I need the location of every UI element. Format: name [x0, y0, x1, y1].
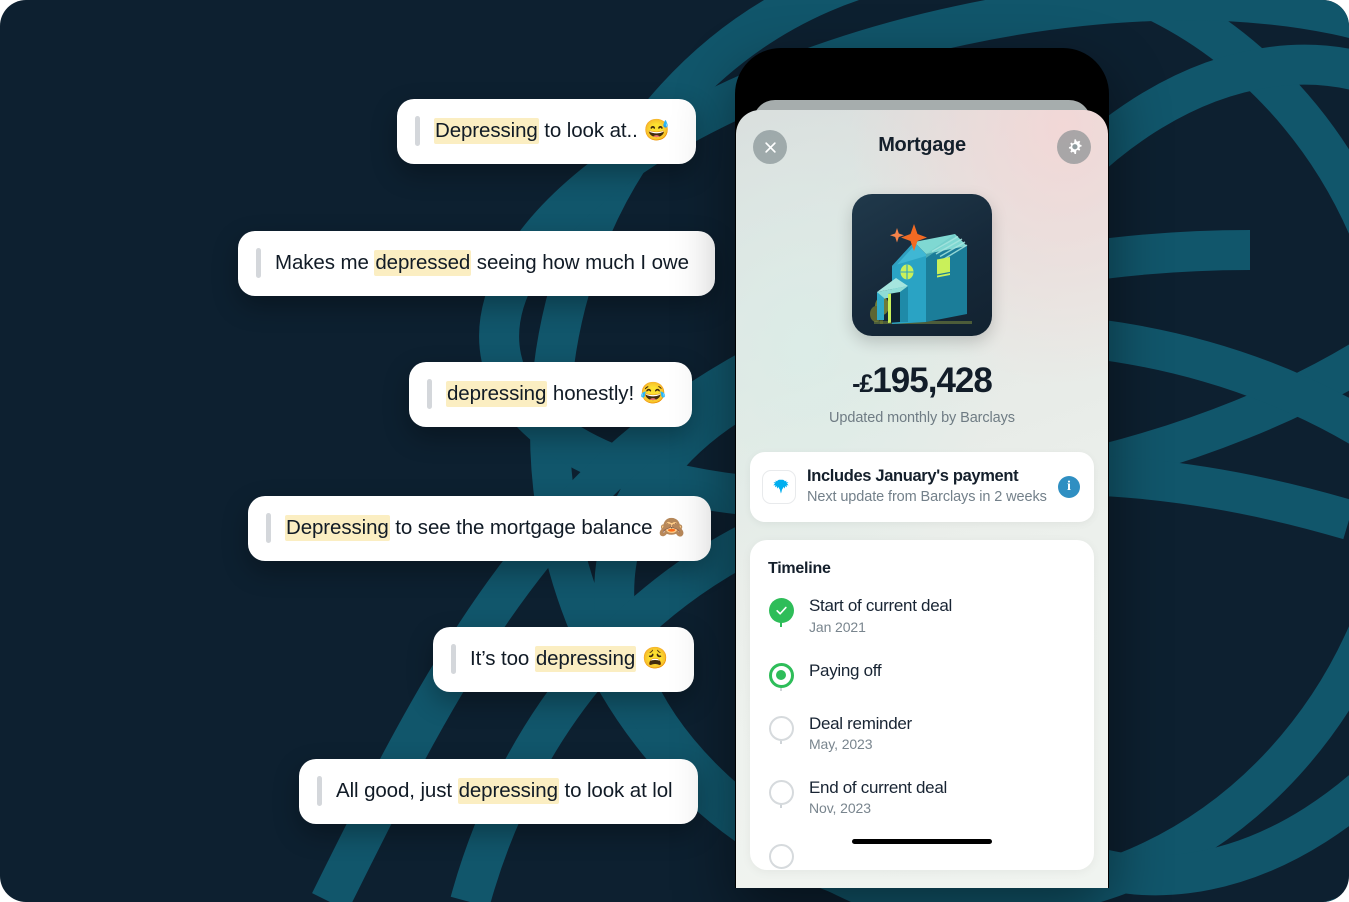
timeline-item-clipped[interactable]	[768, 842, 1076, 870]
timeline-marker	[768, 661, 794, 692]
grinning-face-with-sweat-icon: 😅	[643, 119, 670, 142]
sheet-header: Mortgage	[736, 110, 1108, 186]
chat-bubble-text: Depressing to look at..	[434, 118, 638, 145]
empty-dot-icon	[768, 780, 794, 806]
highlighted-word: Depressing	[285, 515, 390, 542]
timeline-item-paying-off[interactable]: Paying off	[768, 661, 1076, 714]
settings-button[interactable]	[1057, 130, 1091, 164]
balance-value: 195,428	[872, 361, 993, 400]
timeline-item-label: Paying off	[809, 660, 882, 680]
timeline-item-date: Nov, 2023	[809, 800, 871, 817]
timeline-item-date: Jan 2021	[809, 618, 866, 635]
timeline-marker	[768, 778, 794, 810]
update-subtitle: Next update from Barclays in 2 weeks	[807, 488, 1047, 505]
timeline-marker	[768, 714, 794, 745]
info-button[interactable]: i	[1058, 476, 1080, 499]
timeline-item-body: Paying off	[809, 660, 882, 681]
page-title: Mortgage	[878, 134, 966, 156]
timeline-item-start-of-current-deal[interactable]: Start of current deal Jan 2021	[768, 596, 1076, 660]
chat-bubble[interactable]: All good, just depressing to look at lol	[299, 759, 699, 824]
balance-subtitle: Updated monthly by Barclays	[829, 410, 1015, 426]
empty-dot-icon	[768, 715, 794, 741]
timeline-item-deal-reminder[interactable]: Deal reminder May, 2023	[768, 714, 1076, 778]
current-dot-icon	[768, 662, 794, 688]
bubble-rest: to look at lol	[558, 779, 673, 803]
timeline-item-body: Start of current deal Jan 2021	[809, 596, 952, 634]
app-canvas: Depressing to look at.. 😅 Makes me depre…	[0, 0, 1349, 902]
info-icon: i	[1067, 479, 1071, 495]
update-text-block: Includes January's payment Next update f…	[807, 467, 1047, 507]
chat-bubble-text: All good, just depressing to look at lol	[336, 778, 673, 805]
update-card[interactable]: Includes January's payment Next update f…	[750, 452, 1094, 523]
quote-bar	[415, 116, 420, 146]
highlighted-word: depressing	[446, 381, 548, 408]
empty-dot-icon	[768, 844, 794, 870]
timeline-item-label: End of current deal	[809, 778, 947, 798]
gear-icon	[1068, 138, 1082, 154]
chat-bubble-text: It’s too depressing	[470, 646, 637, 673]
face-with-tears-of-joy-icon: 😂	[640, 382, 667, 405]
balance-currency: £	[859, 370, 873, 398]
barclays-logo-box	[762, 470, 796, 505]
bubble-prefix: Makes me	[275, 251, 375, 275]
highlighted-word: depressing	[534, 646, 637, 673]
timeline-item-end-of-current-deal[interactable]: End of current deal Nov, 2023	[768, 778, 1076, 842]
check-icon	[768, 598, 794, 624]
timeline-item-label: Start of current deal	[809, 596, 952, 616]
timeline-item-date: May, 2023	[809, 736, 873, 753]
home-indicator	[852, 839, 992, 844]
timeline-card: Timeline Start of current deal Jan 2021 …	[750, 540, 1094, 871]
barclays-eagle-icon	[773, 479, 788, 494]
hero-section: -£195,428 Updated monthly by Barclays	[736, 194, 1108, 426]
timeline-list: Start of current deal Jan 2021 Paying of…	[768, 596, 1076, 870]
chat-bubble[interactable]: Depressing to look at.. 😅	[397, 99, 696, 164]
quote-bar	[451, 644, 456, 674]
bubble-rest: honestly!	[547, 382, 635, 406]
chat-bubble[interactable]: Depressing to see the mortgage balance 🙈	[248, 496, 711, 561]
bubble-rest: seeing how much I owe	[471, 251, 689, 275]
chat-bubble[interactable]: Makes me depressed seeing how much I owe	[238, 231, 715, 296]
bubble-rest: to look at..	[538, 119, 638, 143]
weary-face-icon: 😩	[642, 647, 669, 670]
timeline-item-label: Deal reminder	[809, 713, 912, 733]
house-illustration	[852, 194, 992, 336]
mortgage-sheet: Mortgage -£195,428 Updated monthly by Ba…	[736, 110, 1108, 888]
bubble-rest: to see the mortgage balance	[389, 516, 653, 540]
timeline-title: Timeline	[768, 560, 831, 578]
balance-amount: -£195,428	[736, 361, 1108, 401]
chat-bubble-text: Makes me depressed seeing how much I owe	[275, 250, 689, 277]
quote-bar	[266, 513, 271, 543]
chat-bubble-text: Depressing to see the mortgage balance	[285, 515, 653, 542]
chat-bubble[interactable]: It’s too depressing 😩	[433, 627, 695, 692]
chat-bubble[interactable]: depressing honestly! 😂	[409, 362, 693, 427]
timeline-item-body: Deal reminder May, 2023	[809, 714, 912, 752]
chat-bubble-text: depressing honestly!	[446, 381, 635, 408]
bubble-prefix: It’s too	[470, 647, 535, 671]
quote-bar	[256, 248, 261, 278]
highlighted-word: depressing	[457, 778, 559, 805]
timeline-marker	[768, 596, 794, 628]
see-no-evil-monkey-icon: 🙈	[658, 516, 685, 539]
timeline-marker	[768, 842, 794, 870]
house-illustration-svg	[870, 224, 972, 324]
bubble-prefix: All good, just	[336, 779, 458, 803]
quote-bar	[317, 776, 322, 806]
highlighted-word: Depressing	[434, 118, 539, 145]
phone-mockup: Mortgage -£195,428 Updated monthly by Ba…	[735, 48, 1109, 888]
timeline-item-body: End of current deal Nov, 2023	[809, 778, 947, 816]
highlighted-word: depressed	[374, 250, 472, 277]
quote-bar	[427, 379, 432, 409]
update-title: Includes January's payment	[807, 467, 1019, 485]
chat-bubble-layer: Depressing to look at.. 😅 Makes me depre…	[0, 0, 1349, 902]
check-glyph-icon	[775, 606, 787, 615]
